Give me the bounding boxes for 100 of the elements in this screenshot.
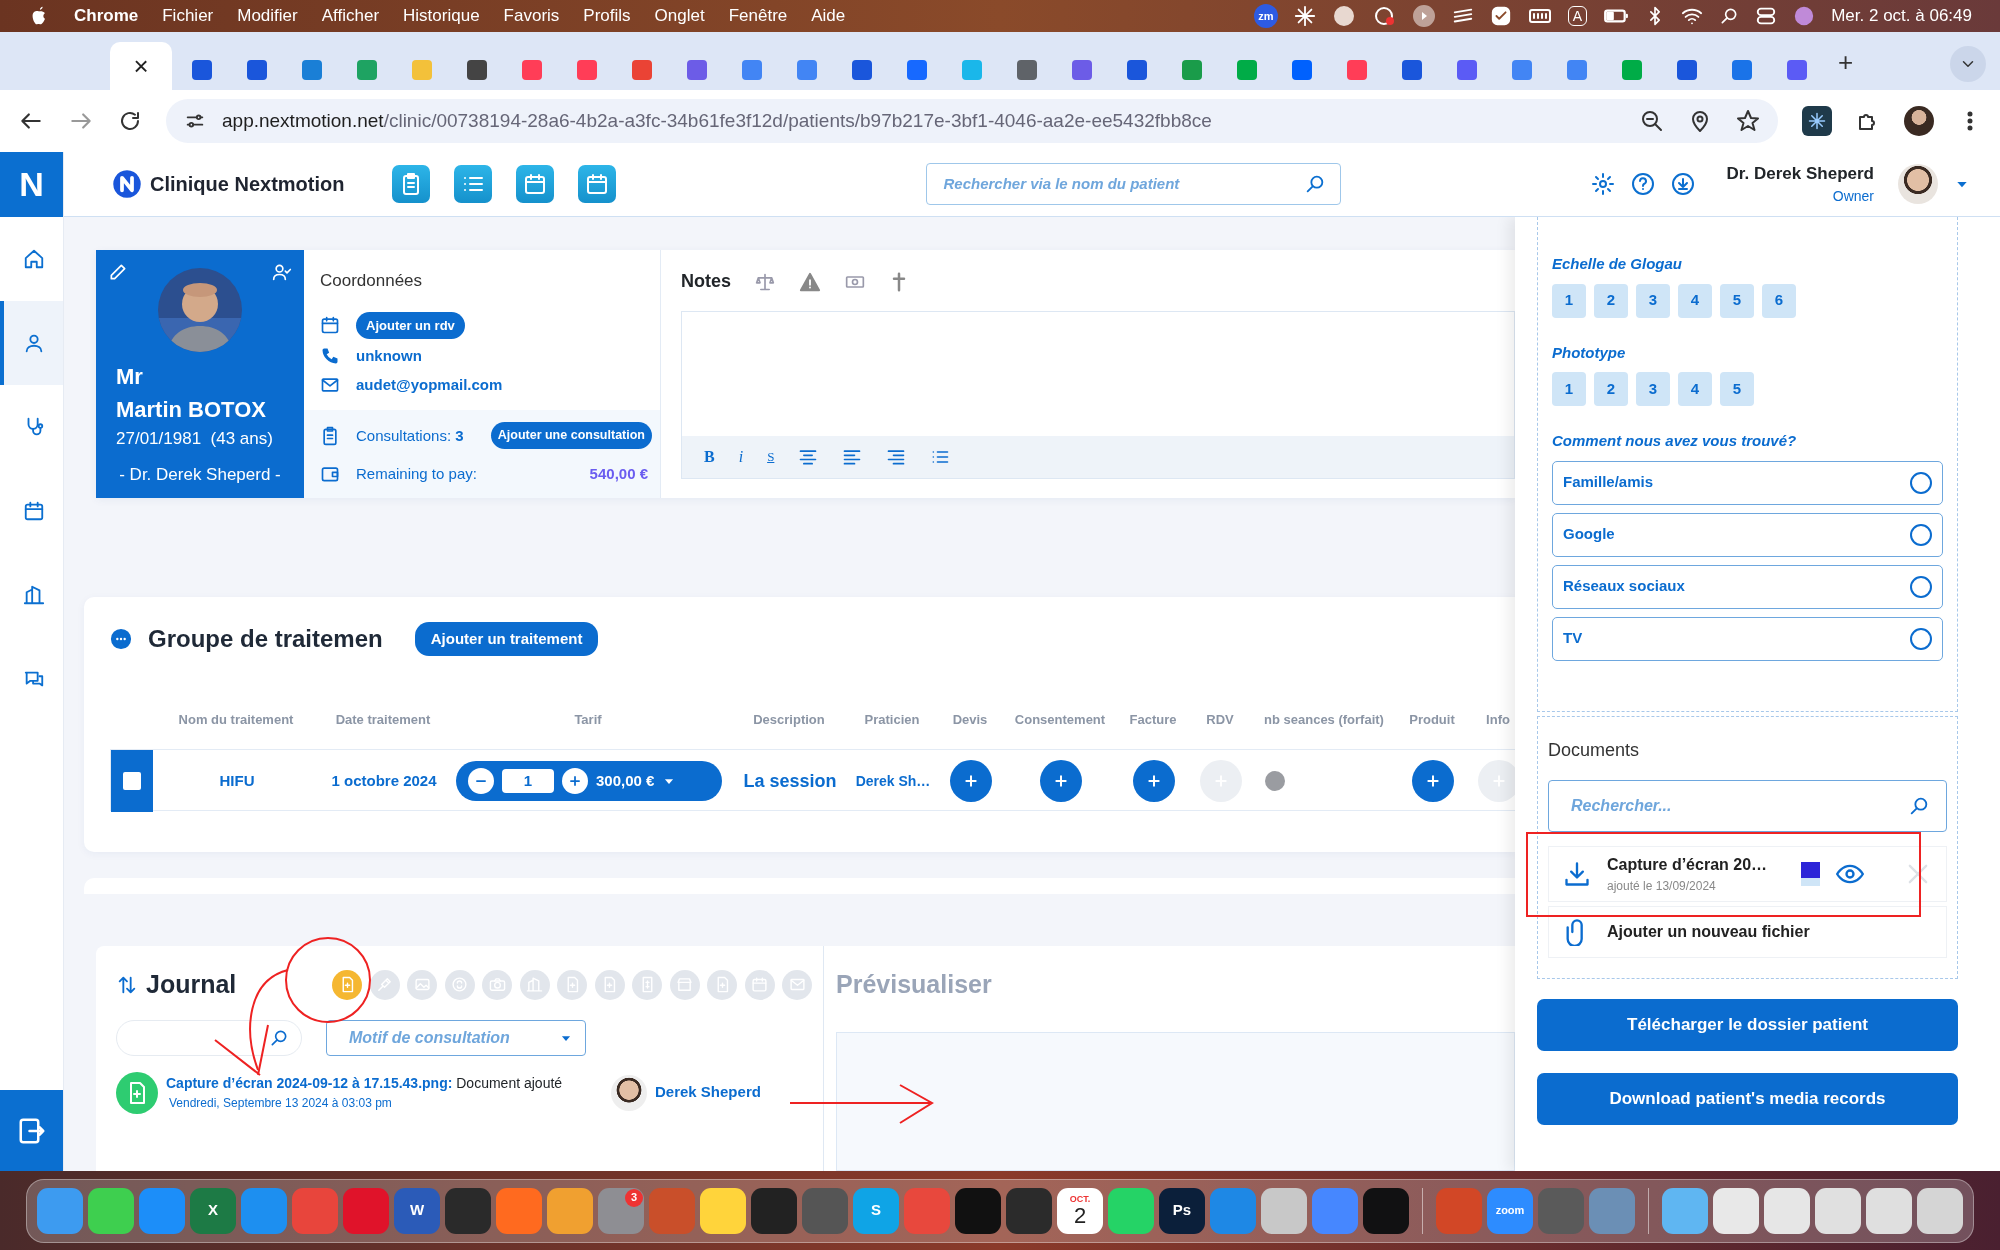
app-icon[interactable] bbox=[1108, 1187, 1154, 1234]
logout-button[interactable] bbox=[0, 1090, 63, 1171]
scale-option[interactable]: 6 bbox=[1762, 283, 1796, 318]
toolbar-button[interactable] bbox=[578, 165, 617, 203]
scale-option[interactable]: 2 bbox=[1594, 283, 1628, 318]
app-icon[interactable] bbox=[445, 1187, 491, 1234]
filter-button[interactable] bbox=[369, 969, 400, 1000]
add-button[interactable] bbox=[950, 760, 992, 802]
app-icon[interactable] bbox=[1006, 1187, 1052, 1234]
input-source[interactable]: A bbox=[1567, 6, 1588, 26]
menu-item[interactable]: Favoris bbox=[503, 3, 560, 29]
flower-icon[interactable] bbox=[1293, 5, 1316, 27]
scale-icon[interactable] bbox=[755, 271, 775, 292]
app-icon[interactable] bbox=[547, 1187, 593, 1234]
menu-item[interactable]: Profils bbox=[583, 3, 631, 29]
clock[interactable]: Mer. 2 oct. à 06:49 bbox=[1831, 3, 1972, 29]
align-right-icon[interactable] bbox=[886, 447, 907, 467]
edit-icon[interactable] bbox=[108, 262, 128, 282]
plus-button[interactable] bbox=[562, 768, 588, 794]
menu-extra-icon[interactable] bbox=[1331, 4, 1356, 28]
source-option[interactable]: Réseaux sociaux bbox=[1552, 564, 1943, 609]
app-menu[interactable]: Chrome bbox=[74, 3, 139, 29]
app-icon[interactable]: 3 bbox=[598, 1187, 644, 1234]
toolbar-button[interactable] bbox=[392, 165, 431, 203]
toolbar-button[interactable] bbox=[516, 165, 555, 203]
strike-button[interactable]: S bbox=[767, 447, 775, 467]
app-icon[interactable]: zoom bbox=[1487, 1187, 1533, 1234]
app-icon[interactable]: Ps bbox=[1159, 1187, 1205, 1234]
source-option[interactable]: Google bbox=[1552, 512, 1943, 557]
thumbnail-icon[interactable] bbox=[1801, 862, 1820, 886]
radio-button[interactable] bbox=[1910, 627, 1932, 650]
menu-item[interactable]: Onglet bbox=[654, 3, 705, 29]
settings-icon[interactable] bbox=[1590, 172, 1615, 196]
app-icon[interactable] bbox=[751, 1187, 797, 1234]
zoom-out-icon[interactable] bbox=[1640, 109, 1664, 133]
italic-button[interactable]: i bbox=[738, 445, 744, 469]
app-icon[interactable] bbox=[1662, 1187, 1708, 1234]
download-media-button[interactable]: Download patient's media records bbox=[1537, 1073, 1958, 1125]
browser-tab[interactable]: × bbox=[110, 42, 172, 90]
control-center-icon[interactable] bbox=[1755, 5, 1778, 27]
add-consultation-button[interactable]: Ajouter une consultation bbox=[490, 422, 652, 450]
app-icon[interactable]: X bbox=[190, 1187, 236, 1234]
minus-button[interactable] bbox=[468, 768, 494, 794]
siri-icon[interactable] bbox=[1793, 5, 1816, 27]
bookmark-star-icon[interactable] bbox=[1736, 109, 1760, 133]
profile-avatar[interactable] bbox=[1904, 106, 1934, 136]
sidebar-item[interactable] bbox=[0, 301, 63, 385]
align-left-icon[interactable] bbox=[842, 447, 863, 467]
new-tab-button[interactable]: + bbox=[1838, 43, 1854, 82]
document-name[interactable]: Capture d’écran 20… bbox=[1607, 853, 1775, 877]
scale-option[interactable]: 2 bbox=[1594, 372, 1628, 406]
bold-button[interactable]: B bbox=[704, 445, 715, 469]
app-icon[interactable] bbox=[1917, 1187, 1963, 1234]
row-checkbox[interactable] bbox=[111, 750, 153, 812]
scale-option[interactable]: 1 bbox=[1552, 372, 1586, 406]
align-center-icon[interactable] bbox=[798, 447, 819, 467]
radio-button[interactable] bbox=[1910, 575, 1932, 598]
add-button[interactable] bbox=[1040, 760, 1082, 802]
radio-button[interactable] bbox=[1910, 471, 1932, 494]
add-button[interactable] bbox=[1133, 760, 1175, 802]
app-logo[interactable]: N bbox=[0, 152, 63, 217]
address-bar[interactable]: app.nextmotion.net/clinic/00738194-28a6-4b2a-a3fc-34b61fe3f12d/patients/b97b217e-3bf1-4046-aa2e-ee5432fbb8ce bbox=[166, 99, 1778, 143]
app-icon[interactable]: S bbox=[853, 1187, 899, 1234]
app-icon[interactable] bbox=[1866, 1187, 1912, 1234]
download-icon[interactable] bbox=[1670, 172, 1695, 196]
user-avatar[interactable] bbox=[1898, 164, 1938, 204]
user-check-icon[interactable] bbox=[272, 262, 292, 282]
add-appointment-button[interactable]: Ajouter un rdv bbox=[356, 311, 465, 339]
scale-option[interactable]: 3 bbox=[1636, 372, 1670, 406]
add-button[interactable] bbox=[1412, 760, 1454, 802]
scale-option[interactable]: 4 bbox=[1678, 372, 1712, 406]
app-icon[interactable] bbox=[1764, 1187, 1810, 1234]
toolbar-button[interactable] bbox=[454, 165, 493, 203]
scale-option[interactable]: 5 bbox=[1720, 372, 1754, 406]
scale-option[interactable]: 5 bbox=[1720, 283, 1754, 318]
add-file-button[interactable]: Ajouter un nouveau fichier bbox=[1548, 906, 1947, 958]
search-field[interactable]: Rechercher... bbox=[1548, 780, 1947, 832]
scale-option[interactable]: 1 bbox=[1552, 283, 1586, 318]
file-link[interactable]: Capture d’écran 2024-09-12 à 17.15.43.png: bbox=[166, 1075, 453, 1091]
user-name[interactable]: Dr. Derek Sheperd bbox=[1726, 160, 1874, 187]
download-icon[interactable] bbox=[1563, 860, 1591, 888]
warning-icon[interactable] bbox=[799, 270, 821, 293]
app-icon[interactable] bbox=[1261, 1187, 1307, 1234]
menu-item[interactable]: Fenêtre bbox=[728, 3, 788, 29]
radio-button[interactable] bbox=[1910, 523, 1932, 546]
search-input[interactable]: Rechercher via le nom du patient bbox=[941, 171, 1305, 197]
reason-input[interactable]: Motif de consultation bbox=[347, 1024, 559, 1051]
app-icon[interactable] bbox=[37, 1187, 83, 1234]
check-icon[interactable] bbox=[1489, 5, 1512, 27]
app-icon[interactable] bbox=[88, 1187, 134, 1234]
app-icon[interactable] bbox=[955, 1187, 1001, 1234]
app-icon[interactable] bbox=[700, 1187, 746, 1234]
source-option[interactable]: Famille/amis bbox=[1552, 460, 1943, 505]
quantity-field[interactable]: 1 bbox=[502, 769, 554, 793]
source-option[interactable]: TV bbox=[1552, 616, 1943, 661]
menu-item[interactable]: Afficher bbox=[321, 3, 380, 29]
scale-option[interactable]: 4 bbox=[1678, 283, 1712, 318]
reload-icon[interactable] bbox=[118, 109, 142, 133]
more-icon[interactable] bbox=[110, 628, 132, 650]
search-input[interactable]: Rechercher... bbox=[1569, 793, 1908, 819]
